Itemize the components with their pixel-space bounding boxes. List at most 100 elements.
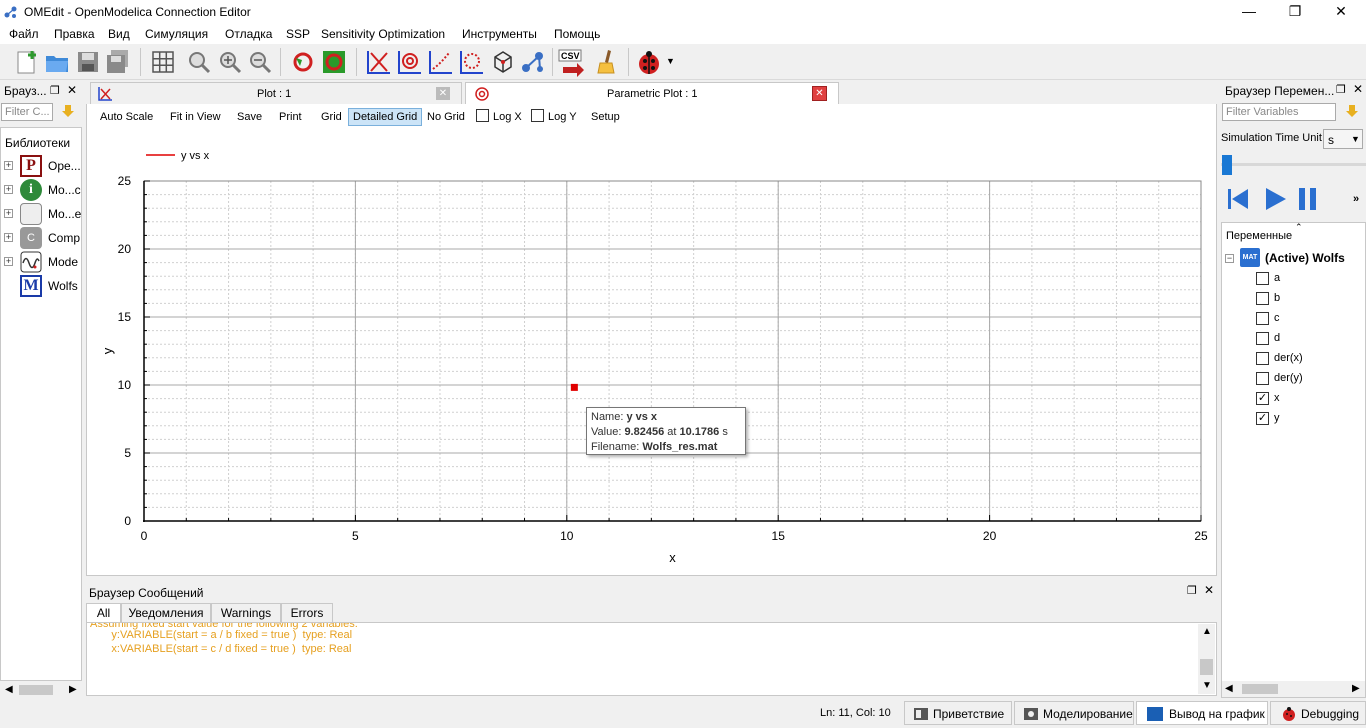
variable-label[interactable]: der(x) <box>1274 352 1303 364</box>
variable-checkbox[interactable] <box>1256 312 1269 325</box>
variable-checkbox[interactable] <box>1256 372 1269 385</box>
library-filter-input[interactable]: Filter C... <box>1 103 53 121</box>
debugger-ladybug-icon[interactable] <box>634 47 664 77</box>
grid-button[interactable]: Grid <box>317 109 346 125</box>
library-item-label[interactable]: Wolfs <box>48 279 78 293</box>
menu-edit[interactable]: Правка <box>54 27 95 41</box>
tab-errors[interactable]: Errors <box>281 603 333 622</box>
perspective-welcome-button[interactable]: Приветствие <box>904 701 1012 725</box>
close-tab-icon[interactable]: ✕ <box>436 87 450 100</box>
scroll-down-icon[interactable]: ▼ <box>1202 680 1212 691</box>
rewind-icon[interactable] <box>1226 186 1250 212</box>
detailed-grid-button[interactable]: Detailed Grid <box>348 108 423 126</box>
variable-checkbox[interactable] <box>1256 352 1269 365</box>
close-icon[interactable]: ✕ <box>1204 583 1214 597</box>
variable-checkbox[interactable]: ✓ <box>1256 392 1269 405</box>
scroll-up-icon[interactable]: ▲ <box>1202 626 1212 637</box>
open-folder-icon[interactable] <box>42 47 72 77</box>
variable-checkbox[interactable] <box>1256 332 1269 345</box>
checkbox-icon[interactable] <box>476 109 489 122</box>
perspective-modeling-button[interactable]: Моделирование <box>1014 701 1134 725</box>
tab-all[interactable]: All <box>86 603 121 622</box>
variables-filter-input[interactable]: Filter Variables <box>1222 103 1336 121</box>
menu-debug[interactable]: Отладка <box>225 27 272 41</box>
setup-button[interactable]: Setup <box>587 109 624 125</box>
scroll-right-icon[interactable]: ▶ <box>69 684 77 695</box>
menu-view[interactable]: Вид <box>108 27 130 41</box>
parametric-chart[interactable]: 0 5 10 15 20 25 0 5 10 15 20 25 x y y vs x <box>87 126 1216 575</box>
close-icon[interactable]: ✕ <box>1353 82 1363 96</box>
save-plot-button[interactable]: Save <box>233 109 266 125</box>
dropdown-arrow-icon[interactable]: ▼ <box>666 56 675 66</box>
maximize-button[interactable]: ❐ <box>1272 0 1318 24</box>
no-grid-button[interactable]: No Grid <box>423 109 469 125</box>
variable-checkbox[interactable]: ✓ <box>1256 412 1269 425</box>
export-csv-icon[interactable]: CSV <box>557 47 587 77</box>
library-item-label[interactable]: Mo...e <box>48 207 81 221</box>
close-icon[interactable]: ✕ <box>67 83 77 97</box>
time-unit-select[interactable]: s ▼ <box>1323 129 1363 149</box>
collapse-icon[interactable]: − <box>1225 254 1234 263</box>
array-plot-icon[interactable] <box>425 47 455 77</box>
zoom-reset-icon[interactable] <box>184 47 214 77</box>
expand-icon[interactable]: + <box>4 257 13 266</box>
filter-arrow-icon[interactable] <box>61 104 75 118</box>
close-tab-icon[interactable]: ✕ <box>812 86 827 101</box>
save-all-icon[interactable] <box>103 47 133 77</box>
tab-parametric-plot-1[interactable]: Parametric Plot : 1 ✕ <box>465 82 839 104</box>
log-y-checkbox[interactable]: Log Y <box>527 109 581 125</box>
variable-label[interactable]: c <box>1274 312 1280 324</box>
scroll-thumb[interactable] <box>19 685 53 695</box>
play-icon[interactable] <box>1262 186 1288 212</box>
menu-sensitivity[interactable]: Sensitivity Optimization <box>321 27 445 41</box>
save-icon[interactable] <box>73 47 103 77</box>
expand-icon[interactable]: + <box>4 185 13 194</box>
active-model-label[interactable]: (Active) Wolfs <box>1265 251 1345 265</box>
scroll-right-icon[interactable]: ▶ <box>1352 683 1360 694</box>
menu-simulation[interactable]: Симуляция <box>145 27 208 41</box>
float-icon[interactable]: ❐ <box>50 84 60 97</box>
variable-label[interactable]: a <box>1274 272 1280 284</box>
tab-plot-1[interactable]: Plot : 1 ✕ <box>90 82 462 104</box>
minimize-button[interactable]: — <box>1226 0 1272 24</box>
auto-scale-button[interactable]: Auto Scale <box>96 109 157 125</box>
library-item-label[interactable]: Ope... <box>48 159 81 173</box>
library-item-label[interactable]: Mode <box>48 255 78 269</box>
network-icon[interactable] <box>518 47 548 77</box>
log-x-checkbox[interactable]: Log X <box>472 109 526 125</box>
grid-icon[interactable] <box>148 47 178 77</box>
new-file-icon[interactable] <box>12 47 42 77</box>
menu-tools[interactable]: Инструменты <box>462 27 537 41</box>
vertical-scrollbar[interactable]: ▲ ▼ <box>1198 624 1215 694</box>
zoom-in-icon[interactable] <box>215 47 245 77</box>
fit-in-view-button[interactable]: Fit in View <box>166 109 225 125</box>
more-chevron-icon[interactable]: » <box>1353 193 1359 205</box>
tab-notifications[interactable]: Уведомления <box>121 603 211 622</box>
array-parametric-plot-icon[interactable] <box>456 47 486 77</box>
float-icon[interactable]: ❐ <box>1187 584 1197 597</box>
menu-help[interactable]: Помощь <box>554 27 600 41</box>
pause-icon[interactable] <box>1296 186 1320 212</box>
time-slider-handle[interactable] <box>1222 155 1232 175</box>
menu-file[interactable]: Файл <box>9 27 39 41</box>
diagram-3d-icon[interactable] <box>487 47 517 77</box>
scroll-thumb[interactable] <box>1242 684 1278 694</box>
variable-label[interactable]: b <box>1274 292 1280 304</box>
legend-label[interactable]: y vs x <box>181 150 210 162</box>
expand-icon[interactable]: + <box>4 233 13 242</box>
plot-icon[interactable] <box>363 47 393 77</box>
clear-brush-icon[interactable] <box>592 47 622 77</box>
simulate-icon[interactable] <box>319 47 349 77</box>
horizontal-scrollbar[interactable]: ◀ ▶ <box>1 682 81 698</box>
variable-label[interactable]: x <box>1274 392 1280 404</box>
data-point[interactable] <box>570 383 578 391</box>
checkbox-icon[interactable] <box>531 109 544 122</box>
perspective-plotting-button[interactable]: Вывод на график <box>1136 701 1268 725</box>
library-item-label[interactable]: Comp <box>48 231 80 245</box>
expand-icon[interactable]: + <box>4 161 13 170</box>
variable-label[interactable]: der(y) <box>1274 372 1303 384</box>
library-item-label[interactable]: Mo...c <box>48 183 81 197</box>
scroll-left-icon[interactable]: ◀ <box>1225 683 1233 694</box>
check-model-icon[interactable] <box>288 47 318 77</box>
horizontal-scrollbar[interactable]: ◀ ▶ <box>1222 681 1365 697</box>
